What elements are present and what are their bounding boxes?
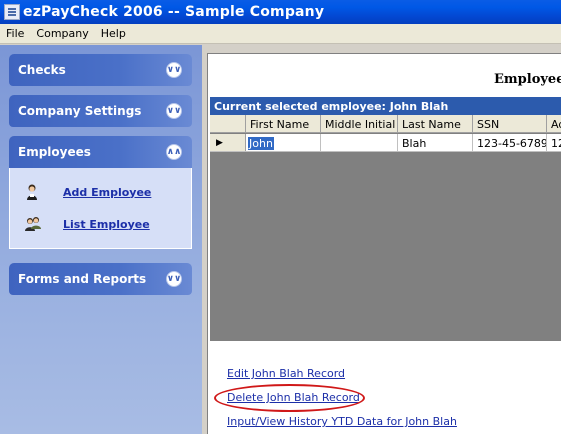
add-employee-link[interactable]: Add Employee [63,186,151,199]
cell-last-name[interactable]: Blah [398,134,473,152]
group-checks-label: Checks [18,63,66,77]
add-person-icon [24,183,42,201]
page-title: Employee [494,72,561,87]
group-forms-reports-label: Forms and Reports [18,272,147,286]
row-header-corner [210,115,246,133]
highlight-ellipse [214,384,365,412]
double-chevron-down-icon[interactable]: ∨∨ [166,103,182,119]
group-company-settings-label: Company Settings [18,104,142,118]
grid-header: First Name Middle Initial Last Name SSN … [210,115,561,133]
title-bar: ezPayCheck 2006 -- Sample Company [0,0,561,24]
cell-first-name-text: John [248,136,274,150]
cell-middle-initial[interactable] [321,134,398,152]
double-chevron-down-icon[interactable]: ∨∨ [166,271,182,287]
cell-address[interactable]: 12 [547,134,561,152]
column-address[interactable]: Ad [547,115,561,133]
window-title: ezPayCheck 2006 -- Sample Company [23,4,325,20]
edit-record-link[interactable]: Edit John Blah Record [227,367,345,380]
app-icon [4,4,20,20]
list-employee-link[interactable]: List Employee [63,218,150,231]
table-row[interactable]: ▶ John Blah 123-45-6789 12 [210,134,561,152]
group-checks[interactable]: Checks ∨∨ [9,54,192,86]
column-ssn[interactable]: SSN [473,115,547,133]
double-chevron-down-icon[interactable]: ∨∨ [166,62,182,78]
group-employees[interactable]: Employees ∧∧ [9,136,192,168]
column-middle-initial[interactable]: Middle Initial [321,115,398,133]
group-employees-label: Employees [18,145,91,159]
column-last-name[interactable]: Last Name [398,115,473,133]
task-list-employee[interactable]: List Employee [24,215,150,233]
employee-panel: Employee Current selected employee: John… [207,53,561,434]
task-add-employee[interactable]: Add Employee [24,183,151,201]
grid-caption: Current selected employee: John Blah [210,97,561,115]
double-chevron-up-icon[interactable]: ∧∧ [166,144,182,160]
menu-bar: File Company Help [0,24,561,44]
row-pointer-icon: ▶ [210,134,246,151]
people-list-icon [24,215,42,233]
menu-file[interactable]: File [0,27,30,40]
cell-first-name[interactable]: John [246,134,321,152]
group-forms-reports[interactable]: Forms and Reports ∨∨ [9,263,192,295]
group-company-settings[interactable]: Company Settings ∨∨ [9,95,192,127]
menu-help[interactable]: Help [95,27,132,40]
history-ytd-link[interactable]: Input/View History YTD Data for John Bla… [227,415,457,428]
employee-grid[interactable]: First Name Middle Initial Last Name SSN … [210,115,561,341]
column-first-name[interactable]: First Name [246,115,321,133]
cell-ssn[interactable]: 123-45-6789 [473,134,547,152]
employees-task-list: Add Employee List Employee [9,168,192,249]
menu-company[interactable]: Company [30,27,94,40]
